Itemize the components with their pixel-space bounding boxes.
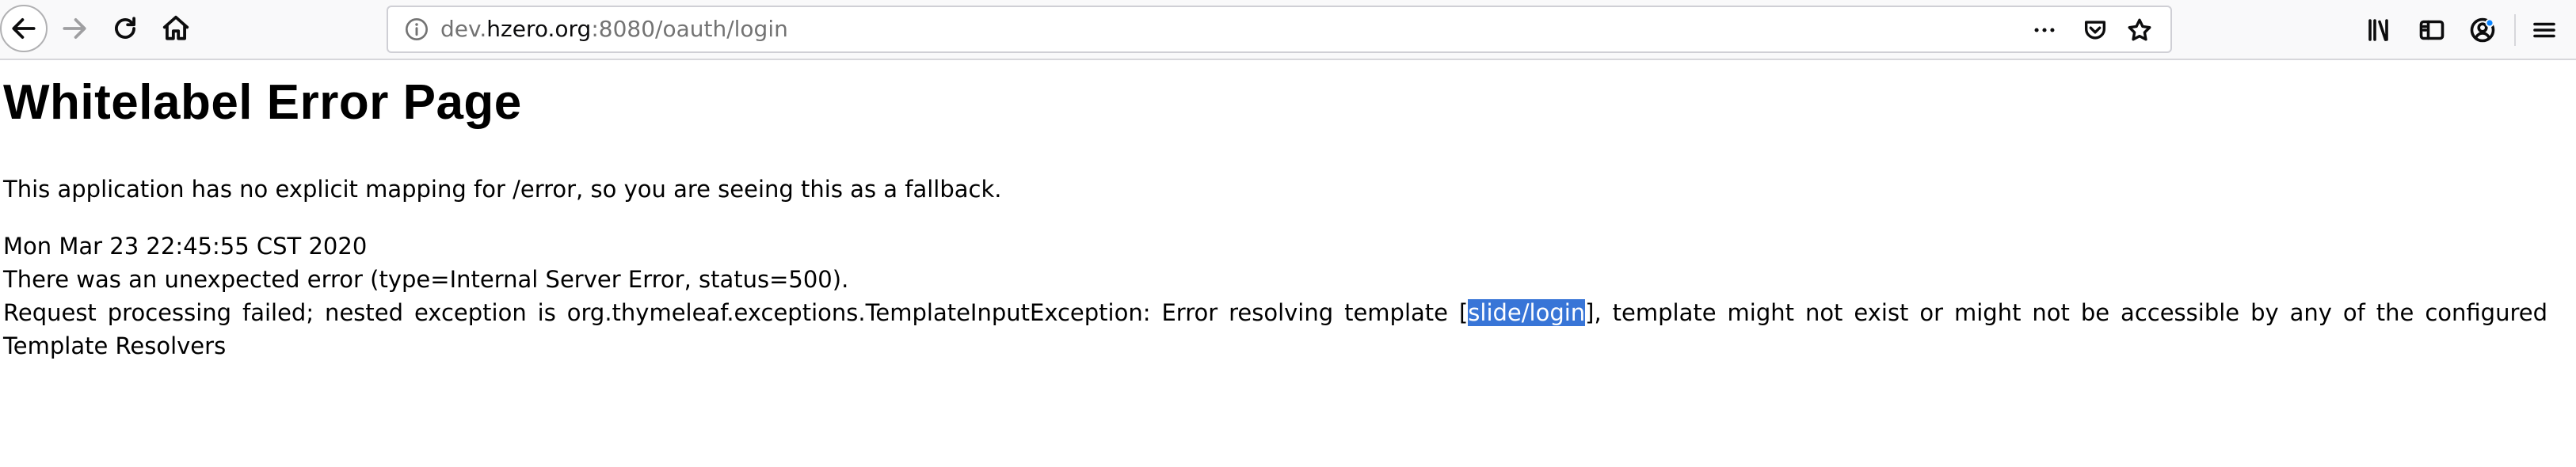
back-button[interactable] xyxy=(0,5,48,52)
home-button[interactable] xyxy=(152,5,200,52)
error-type-status: There was an unexpected error (type=Inte… xyxy=(3,266,849,293)
url-path: :8080/oauth/login xyxy=(591,16,788,42)
library-icon xyxy=(2368,19,2388,41)
url-host: hzero.org xyxy=(486,16,592,42)
forward-button[interactable] xyxy=(51,5,98,52)
pocket-button[interactable] xyxy=(2080,15,2110,45)
account-button[interactable] xyxy=(2464,11,2502,49)
more-horizontal-icon xyxy=(2034,28,2055,32)
page-title: Whitelabel Error Page xyxy=(3,75,522,130)
reload-icon xyxy=(115,17,135,39)
forward-arrow-icon xyxy=(63,18,86,39)
star-icon xyxy=(2128,18,2151,41)
sidebar-icon xyxy=(2419,20,2445,40)
url-text[interactable]: dev.hzero.org:8080/oauth/login xyxy=(440,7,788,51)
back-arrow-icon xyxy=(12,18,36,39)
toolbar-separator xyxy=(2514,14,2516,46)
home-icon xyxy=(162,15,189,40)
site-info-button[interactable] xyxy=(404,17,429,42)
browser-toolbar: dev.hzero.org:8080/oauth/login xyxy=(0,0,2576,60)
library-button[interactable] xyxy=(2361,11,2399,49)
reload-button[interactable] xyxy=(101,5,149,52)
url-prefix: dev. xyxy=(440,16,487,42)
error-timestamp: Mon Mar 23 22:45:55 CST 2020 xyxy=(3,233,368,260)
page-content: Whitelabel Error Page This application h… xyxy=(0,60,2576,467)
account-icon xyxy=(2470,17,2495,43)
bookmark-button[interactable] xyxy=(2124,15,2155,45)
selected-template-name[interactable]: slide/login xyxy=(1468,299,1586,326)
address-bar[interactable]: dev.hzero.org:8080/oauth/login xyxy=(387,6,2172,53)
sidebar-button[interactable] xyxy=(2413,11,2451,49)
main-menu-button[interactable] xyxy=(2525,11,2563,49)
hamburger-menu-icon xyxy=(2533,22,2555,38)
info-icon xyxy=(406,18,428,40)
page-actions-button[interactable] xyxy=(2029,15,2060,45)
pocket-icon xyxy=(2084,21,2106,40)
fallback-message: This application has no explicit mapping… xyxy=(3,176,1002,203)
error-detail-prefix: Request processing failed; nested except… xyxy=(3,299,1469,326)
error-detail: Request processing failed; nested except… xyxy=(3,296,2547,363)
